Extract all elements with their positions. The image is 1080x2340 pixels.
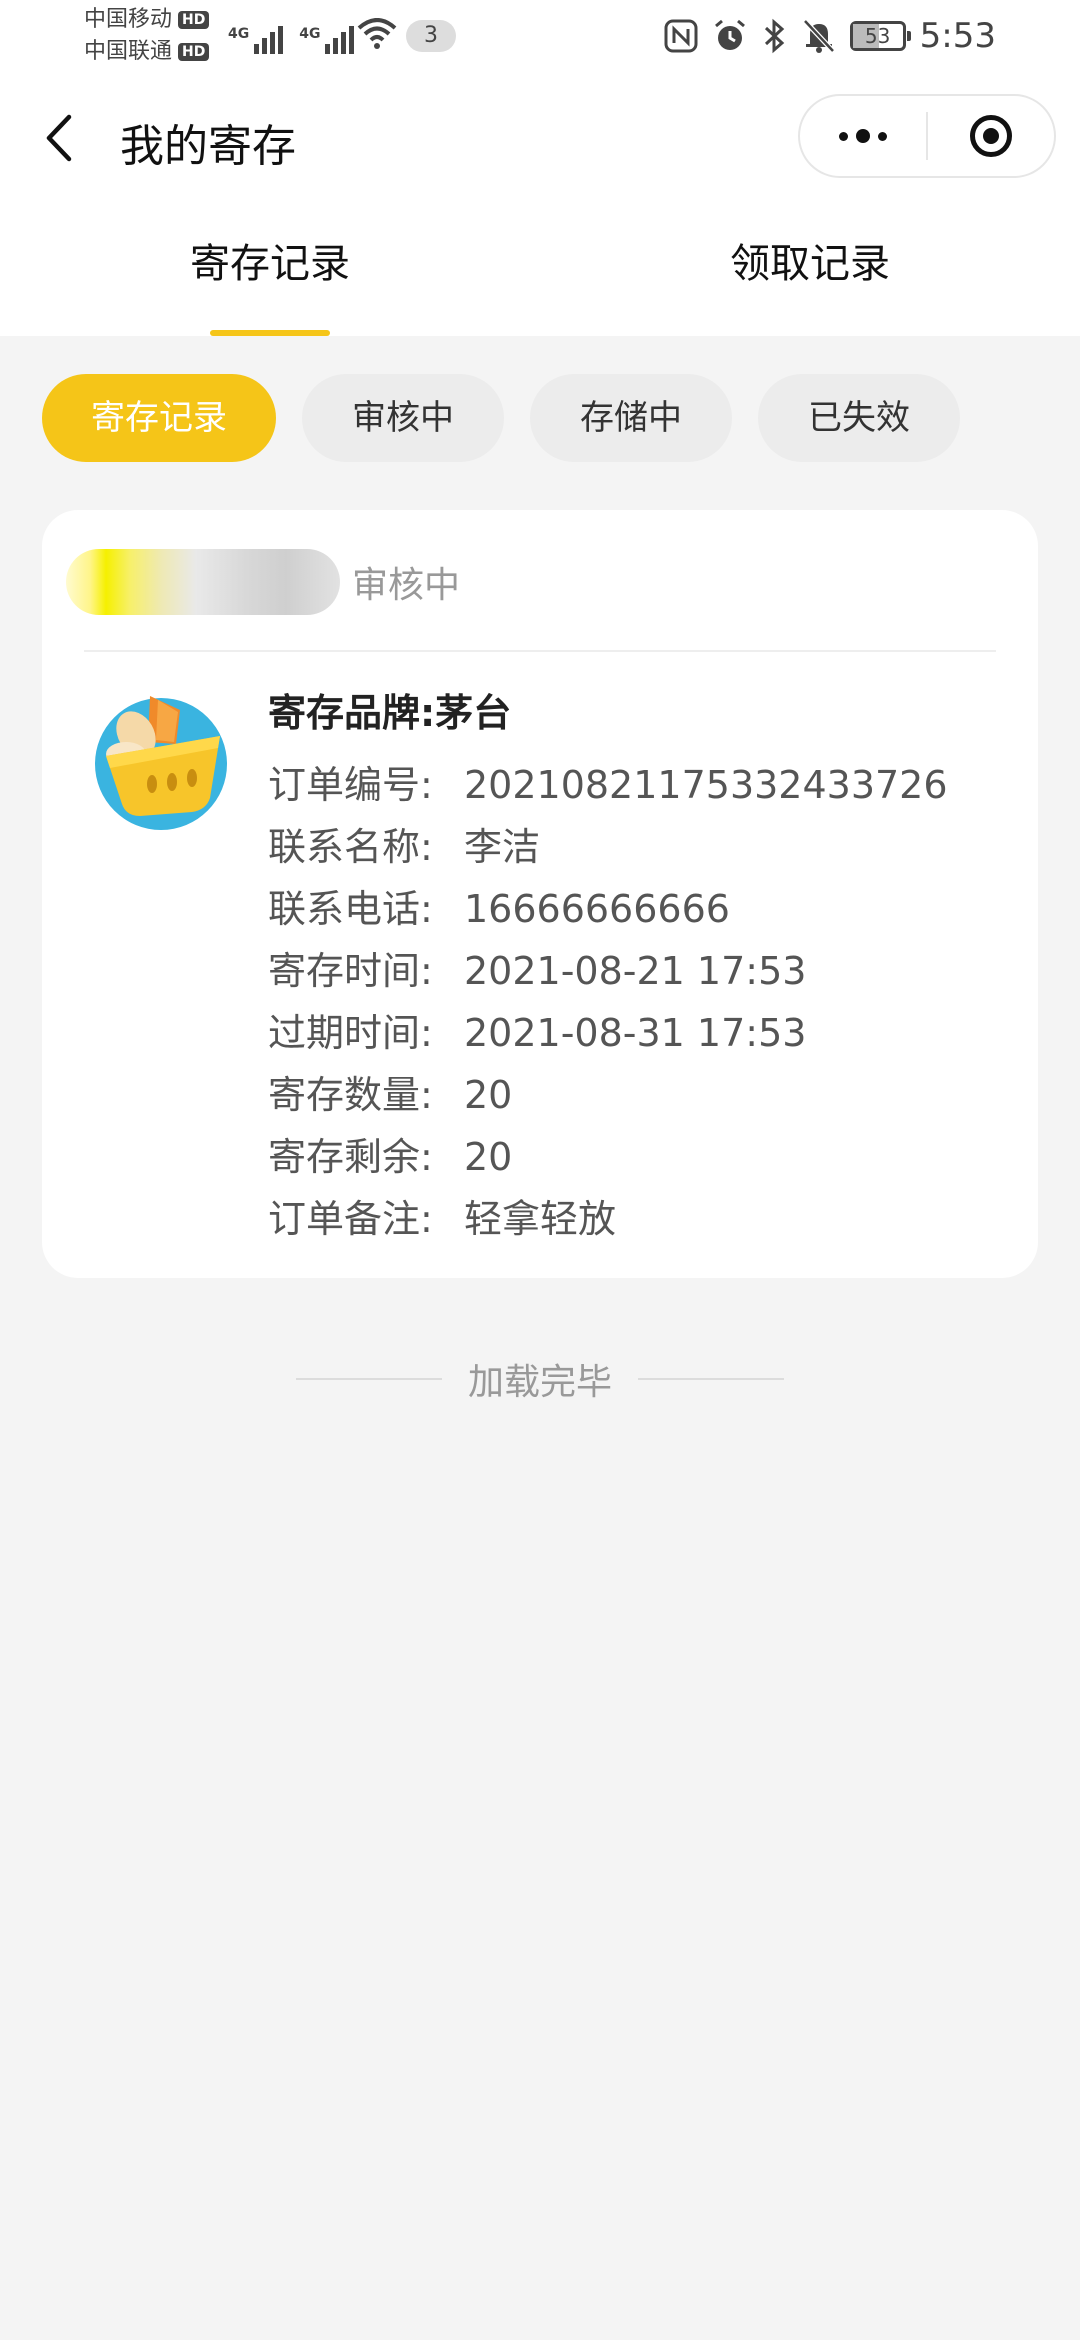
- signal-strength-icon: 4G: [299, 26, 355, 54]
- divider-line: [295, 1378, 442, 1380]
- card-header: 审核中: [66, 542, 460, 622]
- wifi-icon: [357, 18, 397, 49]
- deposit-remaining-value: 20: [464, 1135, 513, 1179]
- nfc-icon: [664, 19, 698, 53]
- blurred-store-name: [66, 549, 340, 615]
- active-tab-indicator: [210, 330, 330, 336]
- deposit-order-card[interactable]: 审核中 寄存品牌: 茅台 订单编号: 20210821175332433726: [42, 510, 1038, 1278]
- load-complete-text: 加载完毕: [467, 1362, 612, 1403]
- hd-badge: HD: [178, 43, 210, 61]
- chevron-left-icon: [46, 114, 72, 162]
- card-divider: [84, 650, 996, 652]
- filter-all-records[interactable]: 寄存记录: [42, 374, 276, 462]
- field-label: 订单编号:: [268, 763, 433, 807]
- expire-time-value: 2021-08-31 17:53: [464, 1011, 807, 1055]
- record-tabs: 寄存记录 领取记录: [0, 204, 1080, 336]
- order-details: 寄存品牌: 茅台 订单编号: 20210821175332433726 联系名称…: [268, 682, 948, 1250]
- hd-badge: HD: [178, 11, 210, 29]
- close-mini-program-button[interactable]: [928, 96, 1054, 176]
- contact-phone-row: 联系电话: 16666666666: [268, 878, 948, 940]
- tab-label: 领取记录: [730, 241, 890, 287]
- status-bar: 中国移动 HD 中国联通 HD 4G 4G 3 53 5:53: [0, 0, 1080, 72]
- mini-program-capsule: [798, 94, 1056, 178]
- deposit-quantity-row: 寄存数量: 20: [268, 1064, 948, 1126]
- carrier-2: 中国联通: [84, 39, 173, 64]
- divider-line: [638, 1378, 784, 1380]
- brand-value: 茅台: [435, 691, 512, 735]
- filter-expired[interactable]: 已失效: [758, 374, 960, 462]
- filter-in-storage[interactable]: 存储中: [530, 374, 732, 462]
- signal-strength-icon: 4G: [228, 26, 284, 54]
- expire-time-row: 过期时间: 2021-08-31 17:53: [268, 1002, 948, 1064]
- status-icons: 53 5:53: [664, 12, 996, 60]
- mute-bell-icon: [802, 19, 835, 53]
- deposit-time-row: 寄存时间: 2021-08-21 17:53: [268, 940, 948, 1002]
- field-label: 联系名称:: [268, 825, 433, 869]
- field-label: 寄存数量:: [268, 1073, 433, 1117]
- shopping-basket-icon: [95, 696, 227, 830]
- order-number-row: 订单编号: 20210821175332433726: [268, 754, 948, 816]
- navigation-bar: 我的寄存: [0, 72, 1080, 204]
- carrier-1: 中国移动: [84, 7, 173, 32]
- signal-indicators: 4G 4G: [228, 14, 355, 54]
- field-label: 订单备注:: [268, 1197, 433, 1241]
- contact-name-value: 李洁: [464, 825, 541, 869]
- brand-label: 寄存品牌:: [268, 691, 436, 735]
- order-note-row: 订单备注: 轻拿轻放: [268, 1188, 948, 1250]
- alarm-icon: [714, 19, 745, 50]
- load-complete-indicator: 加载完毕: [0, 1344, 1080, 1414]
- contact-phone-value: 16666666666: [464, 887, 730, 931]
- field-label: 寄存剩余:: [268, 1135, 433, 1179]
- more-button[interactable]: [800, 96, 926, 176]
- deposit-remaining-row: 寄存剩余: 20: [268, 1126, 948, 1188]
- order-note-value: 轻拿轻放: [464, 1197, 617, 1241]
- back-button[interactable]: [30, 102, 86, 174]
- deposit-time-value: 2021-08-21 17:53: [464, 949, 807, 993]
- status-filter-bar: 寄存记录 审核中 存储中 已失效: [42, 374, 960, 462]
- brand-row: 寄存品牌: 茅台: [268, 682, 948, 744]
- more-dots-icon: [839, 129, 887, 143]
- carrier-info: 中国移动 HD 中国联通 HD: [84, 4, 210, 68]
- notification-count-badge: 3: [406, 20, 456, 52]
- field-label: 过期时间:: [268, 1011, 433, 1055]
- deposit-quantity-value: 20: [464, 1073, 513, 1117]
- contact-name-row: 联系名称: 李洁: [268, 816, 948, 878]
- tab-label: 寄存记录: [190, 241, 350, 287]
- field-label: 寄存时间:: [268, 949, 433, 993]
- target-circle-icon: [969, 115, 1012, 157]
- field-label: 联系电话:: [268, 887, 433, 931]
- bluetooth-icon: [764, 18, 784, 54]
- clock: 5:53: [919, 16, 996, 56]
- filter-under-review[interactable]: 审核中: [302, 374, 504, 462]
- page-title: 我的寄存: [120, 121, 296, 172]
- tab-pickup-records[interactable]: 领取记录: [540, 204, 1080, 336]
- tab-deposit-records[interactable]: 寄存记录: [0, 204, 540, 336]
- battery-level: 53: [864, 24, 891, 48]
- order-number-value: 20210821175332433726: [464, 763, 948, 807]
- page: 中国移动 HD 中国联通 HD 4G 4G 3 53 5:53 我的寄存 寄存记…: [0, 0, 1080, 2340]
- order-status: 审核中: [352, 565, 461, 606]
- battery-icon: 53: [849, 21, 911, 51]
